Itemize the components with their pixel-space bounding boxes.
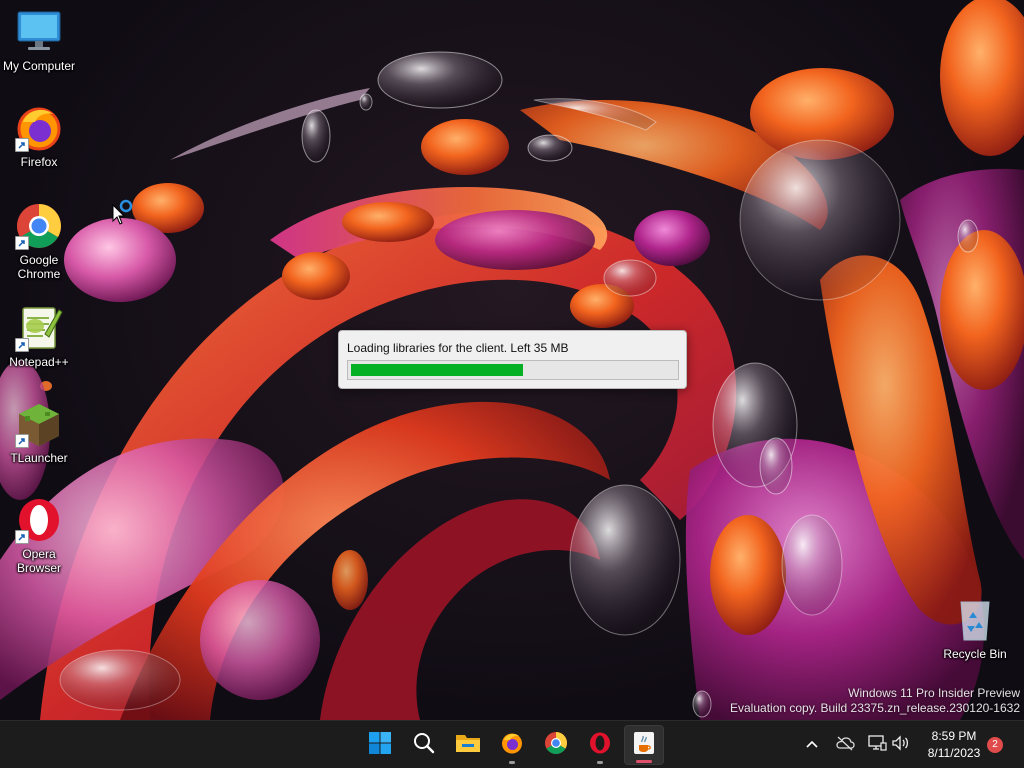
taskbar-opera[interactable] [580,725,620,765]
taskbar: 8:59 PM 8/11/2023 2 [0,720,1024,768]
desktop-icon-label: Firefox [20,155,58,169]
folder-icon [455,731,481,760]
onedrive-tray-button[interactable] [833,733,857,757]
start-button[interactable] [360,725,400,765]
speaker-icon [890,734,910,757]
show-hidden-icons-button[interactable] [800,733,824,757]
clock-date: 8/11/2023 [927,746,981,760]
progress-bar [347,360,679,380]
desktop-icon-label: TLauncher [10,451,68,465]
mouse-cursor [112,198,136,226]
desktop-icon-notepad-plus-plus[interactable]: Notepad++ [1,304,77,369]
progress-bar-fill [351,364,523,376]
running-indicator [509,761,515,764]
clock-time: 8:59 PM [931,729,977,743]
volume-tray-button[interactable] [888,733,912,757]
shortcut-arrow-icon [15,138,29,152]
desktop-icon-label: Google Chrome [17,253,61,281]
tlauncher-icon [15,400,63,448]
shortcut-arrow-icon [15,236,29,250]
notification-badge[interactable]: 2 [987,737,1003,753]
desktop-icon-tlauncher[interactable]: TLauncher [1,400,77,465]
active-indicator [636,760,652,763]
taskbar-firefox[interactable] [492,725,532,765]
shortcut-arrow-icon [15,530,29,544]
desktop-icon-label: My Computer [2,59,76,73]
chevron-up-icon [805,736,819,754]
shortcut-arrow-icon [15,338,29,352]
desktop-icon-firefox[interactable]: Firefox [1,104,77,169]
desktop-icon-label: Recycle Bin [943,647,1007,661]
firefox-icon [500,731,524,760]
firefox-icon [15,104,63,152]
desktop-icon-label: Opera Browser [16,547,61,575]
shortcut-arrow-icon [15,434,29,448]
desktop-icon-recycle-bin[interactable]: Recycle Bin [937,596,1013,661]
network-icon [867,734,887,757]
notepadpp-icon [15,304,63,352]
watermark-build: Evaluation copy. Build 23375.zn_release.… [730,701,1020,715]
taskbar-clock[interactable]: 8:59 PM 8/11/2023 [918,728,990,762]
search-icon [412,731,436,760]
opera-icon [15,496,63,544]
desktop-icon-label: Notepad++ [9,355,69,369]
taskbar-java[interactable] [624,725,664,765]
windows-watermark: Windows 11 Pro Insider Preview Evaluatio… [730,686,1020,716]
loading-message: Loading libraries for the client. Left 3… [347,341,569,355]
chrome-icon [544,731,568,760]
java-icon [632,730,656,761]
taskbar-search-button[interactable] [404,725,444,765]
windows-start-icon [368,731,392,760]
chrome-icon [15,202,63,250]
desktop-icon-opera-browser[interactable]: Opera Browser [1,496,77,575]
network-tray-button[interactable] [865,733,889,757]
loading-dialog: Loading libraries for the client. Left 3… [338,330,687,389]
watermark-edition: Windows 11 Pro Insider Preview [848,686,1020,700]
monitor-icon [15,8,63,56]
taskbar-google-chrome[interactable] [536,725,576,765]
cloud-offline-icon [835,735,855,756]
desktop-icon-google-chrome[interactable]: Google Chrome [1,202,77,281]
desktop-icon-my-computer[interactable]: My Computer [1,8,77,73]
running-indicator [597,761,603,764]
taskbar-file-explorer[interactable] [448,725,488,765]
recycle-bin-icon [951,596,999,644]
opera-icon [588,731,612,760]
